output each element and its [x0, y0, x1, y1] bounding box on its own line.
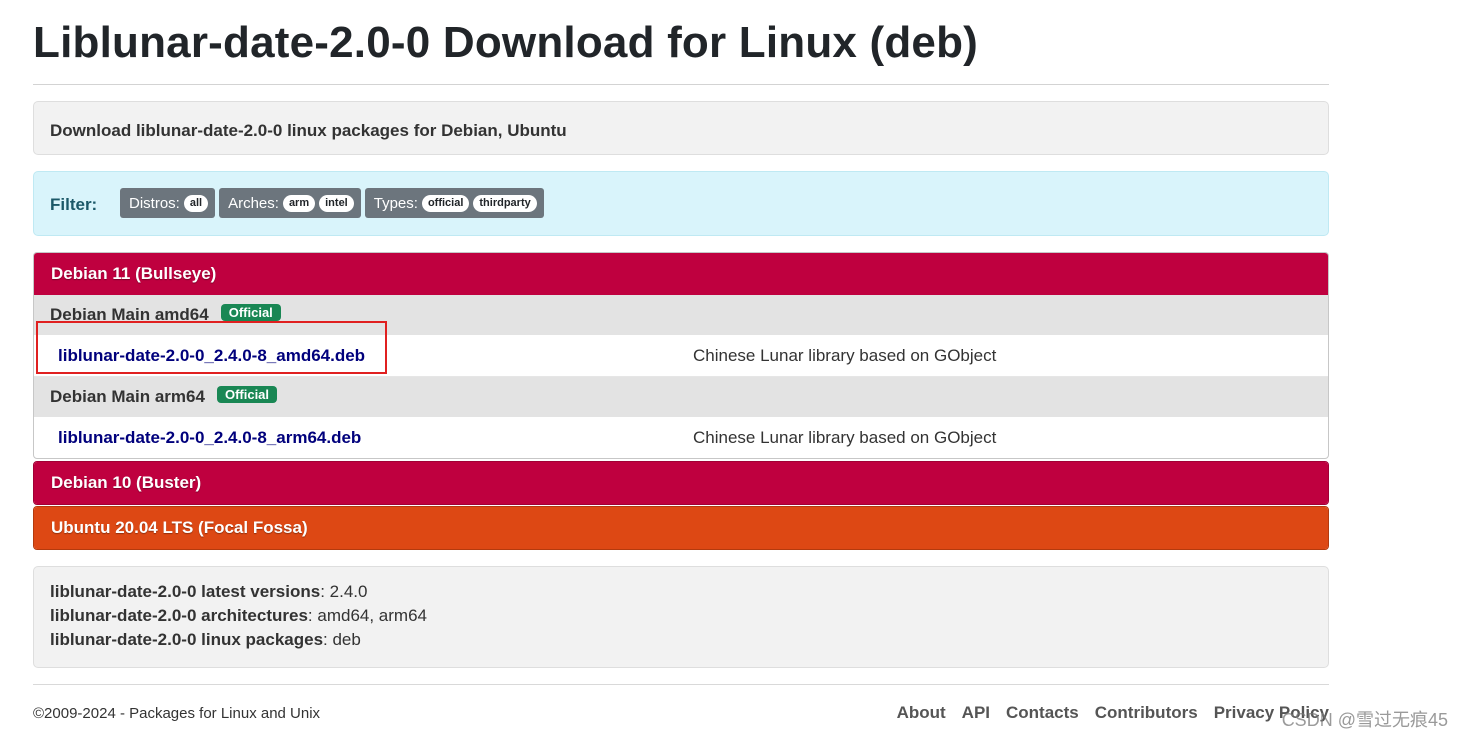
official-badge: Official: [220, 303, 281, 321]
package-link-amd64[interactable]: liblunar-date-2.0-0_2.4.0-8_amd64.deb: [58, 346, 365, 366]
filter-option-all[interactable]: all: [183, 194, 209, 212]
distro-panel-ubuntu-2004: Ubuntu 20.04 LTS (Focal Fossa): [33, 506, 1329, 550]
distro-panel-debian-11: Debian 11 (Bullseye) Debian Main amd64 O…: [33, 252, 1329, 459]
official-badge: Official: [216, 385, 278, 403]
repo-name: Debian Main amd64: [50, 305, 209, 324]
package-row-amd64: liblunar-date-2.0-0_2.4.0-8_amd64.deb Ch…: [34, 335, 1328, 377]
filter-arches-label: Arches:: [228, 194, 279, 212]
filter-option-arm[interactable]: arm: [282, 194, 316, 212]
title-divider: [33, 84, 1329, 85]
info-latest-versions: liblunar-date-2.0-0 latest versions: 2.4…: [50, 582, 367, 602]
filter-option-intel[interactable]: intel: [319, 194, 354, 212]
footer-link-api[interactable]: API: [962, 703, 990, 723]
footer-link-contributors[interactable]: Contributors: [1095, 703, 1198, 723]
page-title: Liblunar-date-2.0-0 Download for Linux (…: [33, 18, 979, 67]
filter-distros-label: Distros:: [129, 194, 180, 212]
package-row-arm64: liblunar-date-2.0-0_2.4.0-8_arm64.deb Ch…: [34, 417, 1328, 458]
footer-links: About API Contacts Contributors Privacy …: [897, 703, 1329, 723]
description-text: Download liblunar-date-2.0-0 linux packa…: [50, 121, 567, 140]
info-architectures: liblunar-date-2.0-0 architectures: amd64…: [50, 606, 427, 626]
filter-option-thirdparty[interactable]: thirdparty: [473, 194, 537, 212]
package-link-arm64[interactable]: liblunar-date-2.0-0_2.4.0-8_arm64.deb: [58, 428, 361, 448]
distro-header-ubuntu-2004[interactable]: Ubuntu 20.04 LTS (Focal Fossa): [34, 507, 1328, 549]
info-label: liblunar-date-2.0-0 linux packages: [50, 630, 324, 649]
info-value: : amd64, arm64: [307, 606, 427, 625]
distro-header-debian-11[interactable]: Debian 11 (Bullseye): [34, 253, 1328, 295]
filter-option-official[interactable]: official: [421, 194, 470, 212]
repo-name: Debian Main arm64: [50, 387, 205, 406]
footer-link-contacts[interactable]: Contacts: [1006, 703, 1079, 723]
info-label: liblunar-date-2.0-0 latest versions: [50, 582, 321, 601]
footer-link-about[interactable]: About: [897, 703, 946, 723]
repo-header-amd64: Debian Main amd64 Official: [34, 295, 1328, 335]
repo-header-arm64: Debian Main arm64 Official: [34, 377, 1328, 417]
info-label: liblunar-date-2.0-0 architectures: [50, 606, 308, 625]
footer-divider: [33, 684, 1329, 685]
package-summary: Chinese Lunar library based on GObject: [693, 427, 997, 447]
footer-link-privacy-policy[interactable]: Privacy Policy: [1214, 703, 1329, 723]
filter-types-label: Types:: [373, 194, 418, 212]
info-value: : deb: [323, 630, 361, 649]
distro-panel-debian-10: Debian 10 (Buster): [33, 461, 1329, 505]
package-summary: Chinese Lunar library based on GObject: [693, 345, 997, 365]
filter-label: Filter:: [50, 195, 98, 214]
filter-arches[interactable]: Arches: arm intel: [219, 188, 361, 218]
info-value: : 2.4.0: [320, 582, 368, 601]
filter-chips: Distros: all Arches: arm intel Types: of…: [120, 188, 544, 218]
distro-header-debian-10[interactable]: Debian 10 (Buster): [34, 462, 1328, 504]
filter-types[interactable]: Types: official thirdparty: [364, 188, 544, 218]
footer-copyright: ©2009-2024 - Packages for Linux and Unix: [33, 705, 321, 722]
filter-box: Filter: Distros: all Arches: arm intel T…: [33, 171, 1329, 236]
filter-distros[interactable]: Distros: all: [120, 188, 216, 218]
package-info-box: liblunar-date-2.0-0 latest versions: 2.4…: [33, 566, 1329, 668]
description-box: Download liblunar-date-2.0-0 linux packa…: [33, 101, 1329, 155]
info-linux-packages: liblunar-date-2.0-0 linux packages: deb: [50, 630, 361, 650]
